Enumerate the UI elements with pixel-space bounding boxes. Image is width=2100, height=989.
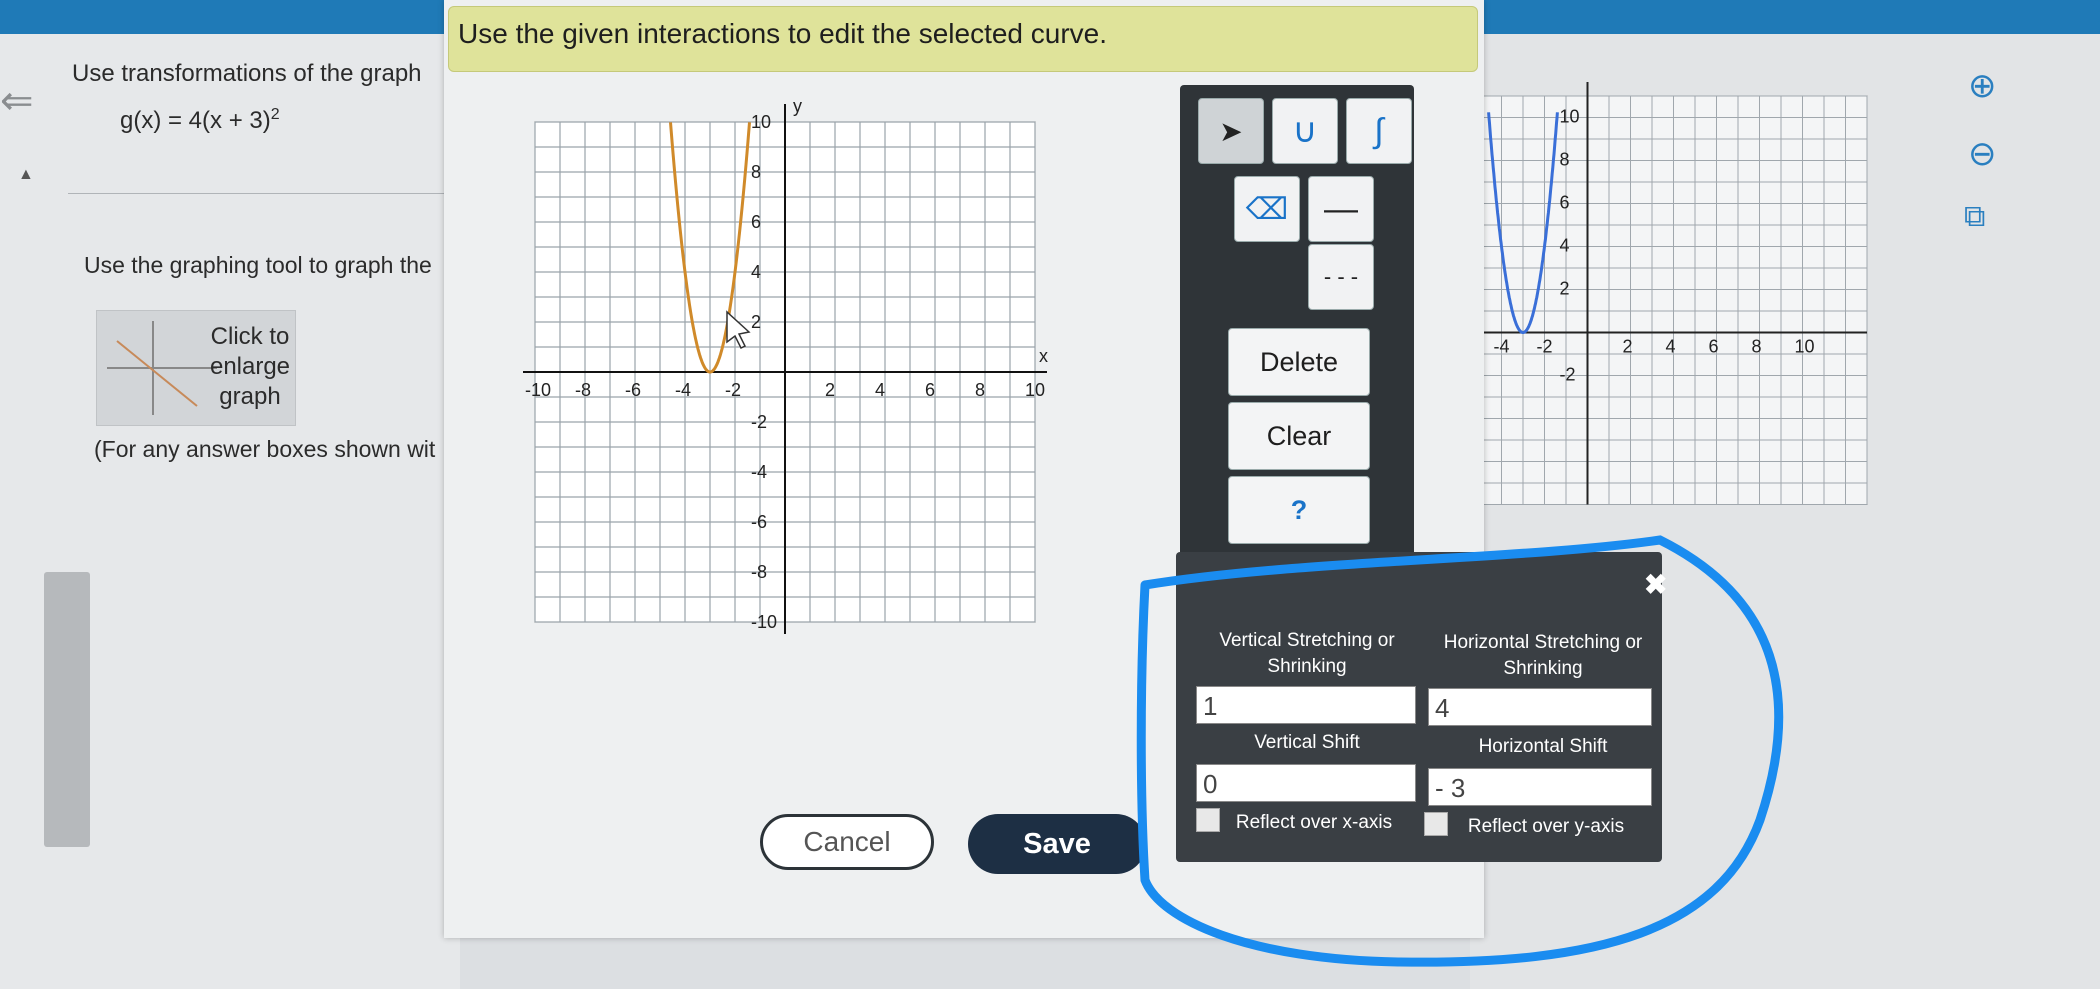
vstretch-label: Vertical Stretching or Shrinking: [1219, 630, 1395, 677]
scrollbar[interactable]: [44, 572, 90, 847]
x-tick-label: -2: [725, 380, 741, 400]
preview-y-tick: 6: [1560, 193, 1570, 213]
x-tick-label: -10: [525, 380, 551, 400]
hstretch-input[interactable]: 4: [1428, 688, 1652, 726]
dashed-line-icon[interactable]: - - -: [1308, 244, 1374, 310]
preview-x-tick: 4: [1666, 337, 1676, 357]
delete-button[interactable]: Delete: [1228, 328, 1370, 396]
reflect-y-label: Reflect over y-axis: [1467, 816, 1625, 837]
vshift-input[interactable]: 0: [1196, 764, 1416, 802]
close-icon[interactable]: ✖: [1644, 568, 1667, 601]
x-tick-label: -8: [575, 380, 591, 400]
preview-x-tick: 2: [1623, 337, 1633, 357]
x-tick-label: -6: [625, 380, 641, 400]
x-tick-label: 10: [1025, 380, 1045, 400]
reflect-x-label: Reflect over x-axis: [1235, 812, 1393, 833]
x-tick-label: 4: [875, 380, 885, 400]
y-tick-label: 10: [751, 112, 771, 132]
formula-text: g(x) = 4(x + 3): [120, 107, 271, 134]
x-tick-label: 2: [825, 380, 835, 400]
y-tick-label: -2: [751, 412, 767, 432]
enlarge-graph-label[interactable]: Click to enlarge graph: [205, 322, 295, 412]
question-divider: [68, 193, 448, 194]
question-note: (For any answer boxes shown wit: [94, 436, 436, 462]
reflect-y-checkbox[interactable]: [1424, 812, 1448, 836]
preview-y-tick: 4: [1560, 236, 1570, 256]
x-tick-label: -4: [675, 380, 691, 400]
preview-y-tick: 10: [1560, 107, 1580, 127]
vshift-label: Vertical Shift: [1254, 732, 1360, 753]
zoom-in-icon[interactable]: ⊕: [1968, 66, 1997, 106]
x-tick-label: 8: [975, 380, 985, 400]
solid-line-icon[interactable]: —: [1308, 176, 1374, 242]
y-tick-label: 8: [751, 162, 761, 182]
collapse-caret-icon[interactable]: ▲: [18, 166, 34, 184]
help-button[interactable]: ?: [1228, 476, 1370, 544]
y-tick-label: -4: [751, 462, 767, 482]
preview-y-tick: 8: [1560, 150, 1570, 170]
preview-x-tick: 8: [1752, 337, 1762, 357]
back-arrow-icon[interactable]: ⇐: [0, 78, 34, 124]
parabola-icon[interactable]: ∪: [1272, 98, 1338, 164]
question-line2: Use the graphing tool to graph the: [84, 252, 432, 278]
hstretch-label: Horizontal Stretching or Shrinking: [1443, 632, 1643, 679]
main-graph[interactable]: x y -10 -8 -6 -4 -2 2 4 6 8 10 10 8 6 4 2 -2 -4 -6 -8 -10: [505, 90, 1065, 660]
preview-x-tick: 6: [1709, 337, 1719, 357]
question-formula: g(x) = 4(x + 3)2: [120, 106, 280, 135]
external-link-icon[interactable]: ⧉: [1964, 200, 1985, 234]
arrow-icon[interactable]: ➤: [1198, 98, 1264, 164]
y-tick-label: 6: [751, 212, 761, 232]
y-tick-label: -8: [751, 562, 767, 582]
clear-button[interactable]: Clear: [1228, 402, 1370, 470]
preview-x-tick: -2: [1537, 337, 1553, 357]
preview-x-tick: 10: [1795, 337, 1815, 357]
eraser-icon[interactable]: ⌫: [1234, 176, 1300, 242]
cancel-button[interactable]: Cancel: [760, 814, 934, 870]
question-line1: Use transformations of the graph: [72, 60, 422, 87]
y-tick-label: 2: [751, 312, 761, 332]
preview-x-tick: -4: [1494, 337, 1510, 357]
y-tick-label: 4: [751, 262, 761, 282]
x-tick-label: 6: [925, 380, 935, 400]
vstretch-input[interactable]: 1: [1196, 686, 1416, 724]
hshift-input[interactable]: - 3: [1428, 768, 1652, 806]
curve-icon[interactable]: ∫: [1346, 98, 1412, 164]
preview-graph: -4 -2 2 4 6 8 10 10 8 6 4 2 -2: [1479, 82, 1868, 505]
hshift-label: Horizontal Shift: [1478, 736, 1608, 757]
preview-y-tick: -2: [1560, 365, 1576, 385]
instruction-text: Use the given interactions to edit the s…: [458, 18, 1108, 49]
zoom-out-icon[interactable]: ⊖: [1968, 134, 1997, 174]
y-axis-label: y: [793, 96, 802, 116]
x-axis-label: x: [1039, 346, 1048, 366]
y-tick-label: -10: [751, 612, 777, 632]
preview-y-tick: 2: [1560, 279, 1570, 299]
y-tick-label: -6: [751, 512, 767, 532]
save-button[interactable]: Save: [968, 814, 1146, 874]
formula-exponent: 2: [270, 106, 280, 123]
